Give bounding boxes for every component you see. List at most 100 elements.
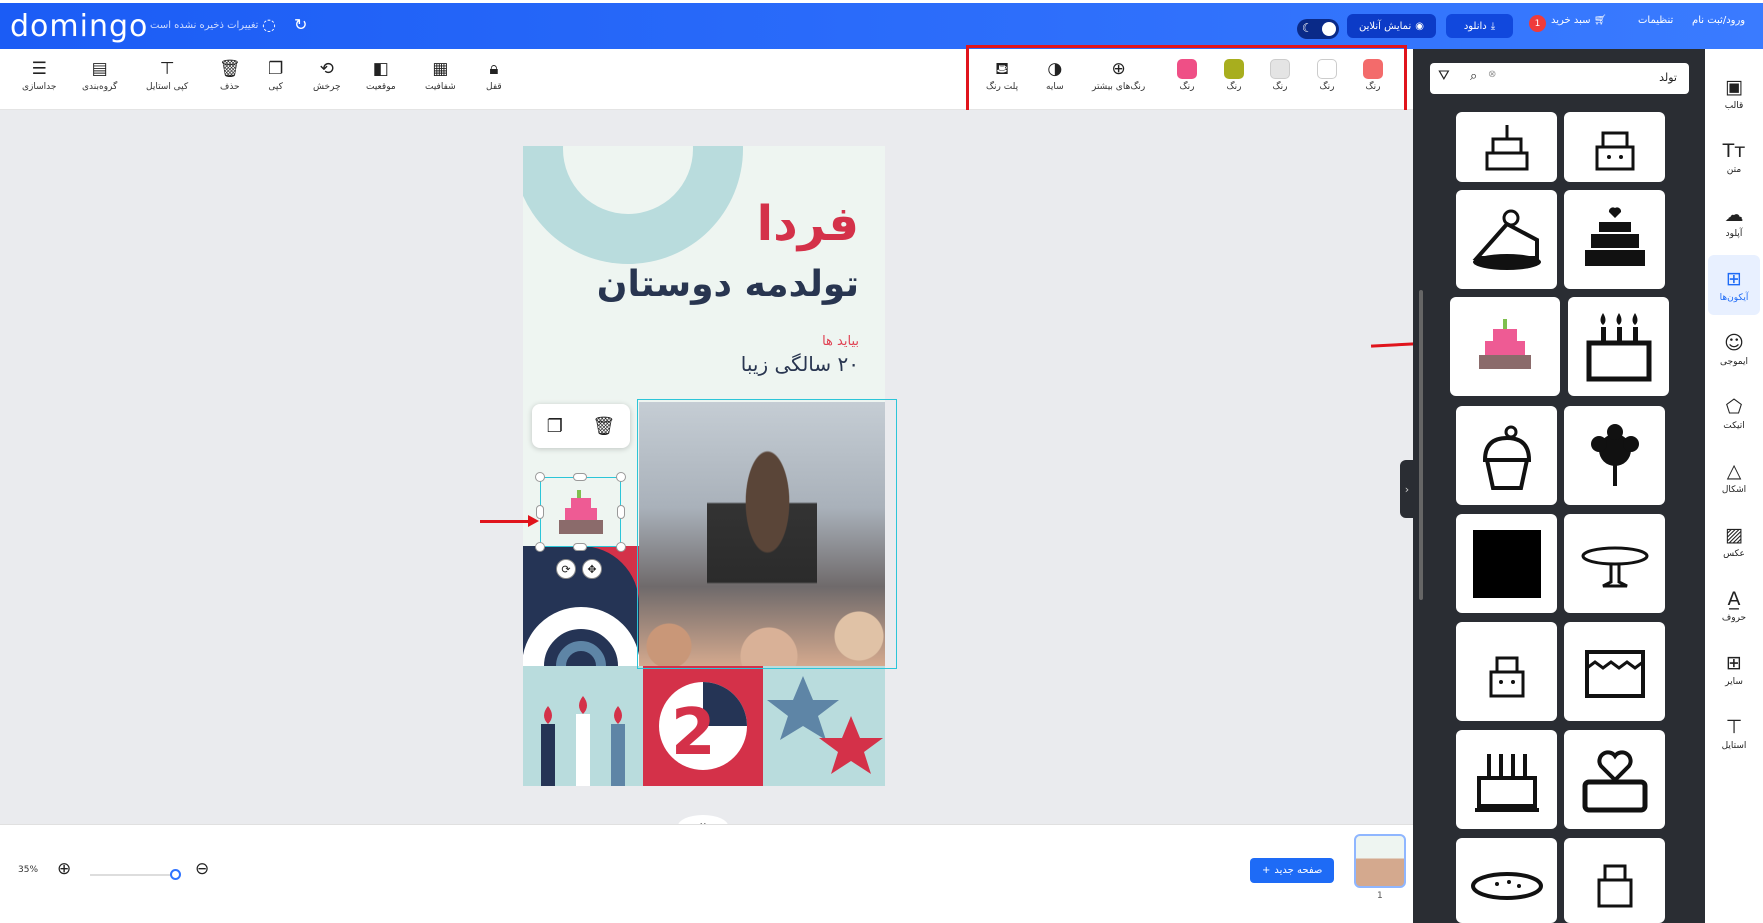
refresh-icon[interactable]: ↻	[294, 15, 307, 34]
toggle-knob	[1322, 22, 1336, 36]
rail-label: آیکون‌ها	[1719, 292, 1749, 303]
rail-item-more[interactable]: ⊞ سایر	[1708, 639, 1760, 699]
icon-search-box[interactable]: ⛛ ⌕ ⊗ تولد	[1430, 63, 1689, 94]
copy-icon: ❐	[268, 59, 284, 79]
icon-selection-frame[interactable]	[540, 477, 621, 547]
zoom-out-icon[interactable]: ⊖	[195, 859, 209, 879]
rail-item-upload[interactable]: ☁ آپلود	[1708, 191, 1760, 251]
design-title-1[interactable]: فردا	[757, 196, 859, 252]
icon-cake-slice[interactable]	[1456, 190, 1557, 289]
text-icon: Tт	[1722, 139, 1746, 162]
search-icon[interactable]: ⌕	[1470, 69, 1477, 84]
ungroup-label: جداسازی	[22, 82, 57, 92]
online-preview-label: نمایش آنلاین	[1359, 20, 1412, 32]
zoom-in-icon[interactable]: ⊕	[57, 859, 71, 879]
rail-item-emoji[interactable]: ☺ ایموجی	[1708, 319, 1760, 379]
clear-search-icon[interactable]: ⊗	[1488, 69, 1496, 80]
cake-candles-icon	[1586, 312, 1651, 381]
resize-handle-bottom[interactable]	[573, 543, 587, 551]
icon-cake-face-outline[interactable]	[1564, 112, 1665, 182]
rail-label: استایل	[1721, 740, 1747, 751]
resize-handle-br[interactable]	[616, 542, 626, 552]
icon-cake-box[interactable]	[1564, 622, 1665, 721]
download-button[interactable]: دانلود ⤓	[1446, 14, 1513, 38]
design-subtitle-2[interactable]: ۲۰ سالگی زیبا	[741, 352, 859, 376]
floating-toolbar: ❐ 🗑︎	[532, 404, 630, 448]
icon-cake-small-face[interactable]	[1456, 622, 1557, 721]
decor-tile-candles	[523, 666, 643, 786]
rail-label: اتیکت	[1723, 420, 1745, 431]
icon-pie[interactable]	[1456, 838, 1557, 923]
filter-icon[interactable]: ⛛	[1438, 68, 1450, 84]
moon-icon: ☾	[1302, 21, 1313, 35]
icon-cake-heart[interactable]	[1564, 190, 1665, 289]
rail-item-photo[interactable]: ▨ عکس	[1708, 511, 1760, 571]
resize-handle-right[interactable]	[617, 505, 625, 519]
zoom-slider-track[interactable]	[90, 874, 175, 876]
logo[interactable]: domingo	[10, 9, 148, 44]
top-bar: domingo تغییرات ذخیره نشده است ◌ ↻ ☾ نما…	[0, 0, 1763, 49]
icon-cake-heart-topper[interactable]	[1564, 730, 1665, 829]
flower-icon	[1590, 423, 1639, 486]
icon-flower[interactable]	[1564, 406, 1665, 505]
new-page-button[interactable]: + صفحه جدید	[1250, 858, 1335, 883]
login-link[interactable]: ورود/ثبت نام	[1692, 15, 1745, 26]
rail-item-letters[interactable]: A̲ حروف	[1708, 575, 1760, 635]
copy-button[interactable]: ❐ کپی	[268, 59, 283, 92]
rotate-button[interactable]: ⟲ چرخش	[313, 59, 341, 92]
resize-handle-tl[interactable]	[535, 472, 545, 482]
search-input[interactable]: تولد	[1659, 71, 1677, 84]
more-icon: ⊞	[1726, 651, 1742, 674]
copy-style-button[interactable]: ⊤ کپی استایل	[146, 59, 188, 92]
icon-cupcake[interactable]	[1456, 406, 1557, 505]
duplicate-icon[interactable]: ❐	[547, 416, 563, 437]
position-label: موقعیت	[366, 82, 396, 92]
rail-label: عکس	[1723, 548, 1745, 559]
transparency-button[interactable]: ▦ شفافیت	[425, 59, 456, 92]
cake-slice-icon	[1472, 209, 1541, 270]
icon-cake-small[interactable]	[1564, 838, 1665, 923]
position-button[interactable]: ◧ موقعیت	[366, 59, 396, 92]
lock-icon: 🔒︎	[489, 59, 499, 79]
page-thumbnail[interactable]	[1354, 834, 1406, 888]
resize-handle-tr[interactable]	[616, 472, 626, 482]
icon-cake-tiered-outline[interactable]	[1456, 112, 1557, 182]
rail-item-sticker[interactable]: ⬠ اتیکت	[1708, 383, 1760, 443]
move-handle-icon[interactable]: ✥	[582, 559, 602, 579]
rotate-handle-icon[interactable]: ⟳	[556, 559, 576, 579]
icon-black-square[interactable]	[1456, 514, 1557, 613]
design-subtitle-1[interactable]: بیاید ها	[822, 334, 859, 349]
dark-mode-toggle[interactable]: ☾	[1297, 19, 1339, 39]
rail-item-style[interactable]: ⊤ استایل	[1708, 703, 1760, 763]
svg-text:2: 2	[671, 696, 716, 770]
ungroup-button[interactable]: ☰ جداسازی	[22, 59, 56, 92]
online-preview-button[interactable]: نمایش آنلاین ◉	[1347, 14, 1436, 38]
rail-item-shapes[interactable]: △ اشکال	[1708, 447, 1760, 507]
panel-scrollbar[interactable]	[1419, 290, 1423, 600]
settings-link[interactable]: تنظیمات	[1638, 15, 1673, 26]
resize-handle-bl[interactable]	[535, 542, 545, 552]
delete-button[interactable]: 🗑︎ حذف	[219, 59, 241, 92]
delete-icon[interactable]: 🗑︎	[592, 416, 615, 437]
icon-cake-birthday[interactable]	[1456, 730, 1557, 829]
icon-cake-colored[interactable]	[1450, 297, 1560, 396]
design-title-2[interactable]: تولدمه دوستان	[597, 264, 859, 305]
panel-collapse-icon[interactable]: ›	[1400, 460, 1414, 518]
zoom-slider-knob[interactable]	[170, 869, 181, 880]
icon-cake-stand[interactable]	[1564, 514, 1665, 613]
cart-button[interactable]: سبد خرید 🛒︎	[1551, 15, 1606, 26]
icon-cake-candles[interactable]	[1568, 297, 1669, 396]
rail-label: اشکال	[1721, 484, 1747, 495]
resize-handle-top[interactable]	[573, 473, 587, 481]
rail-item-template[interactable]: ▣ قالب	[1708, 63, 1760, 123]
decor-tile-arc	[523, 546, 639, 666]
transparency-label: شفافیت	[425, 82, 456, 92]
upload-icon: ☁	[1724, 203, 1744, 226]
rail-item-text[interactable]: Tт متن	[1708, 127, 1760, 187]
tag-icon: ⬠	[1725, 395, 1743, 418]
rail-label: قالب	[1724, 100, 1744, 111]
decor-tile-stars	[763, 666, 885, 786]
lock-button[interactable]: 🔒︎ قفل	[486, 59, 502, 92]
group-button[interactable]: ▤ گروه‌بندی	[82, 59, 117, 92]
rail-item-icons[interactable]: ⊞ آیکون‌ها	[1708, 255, 1760, 315]
